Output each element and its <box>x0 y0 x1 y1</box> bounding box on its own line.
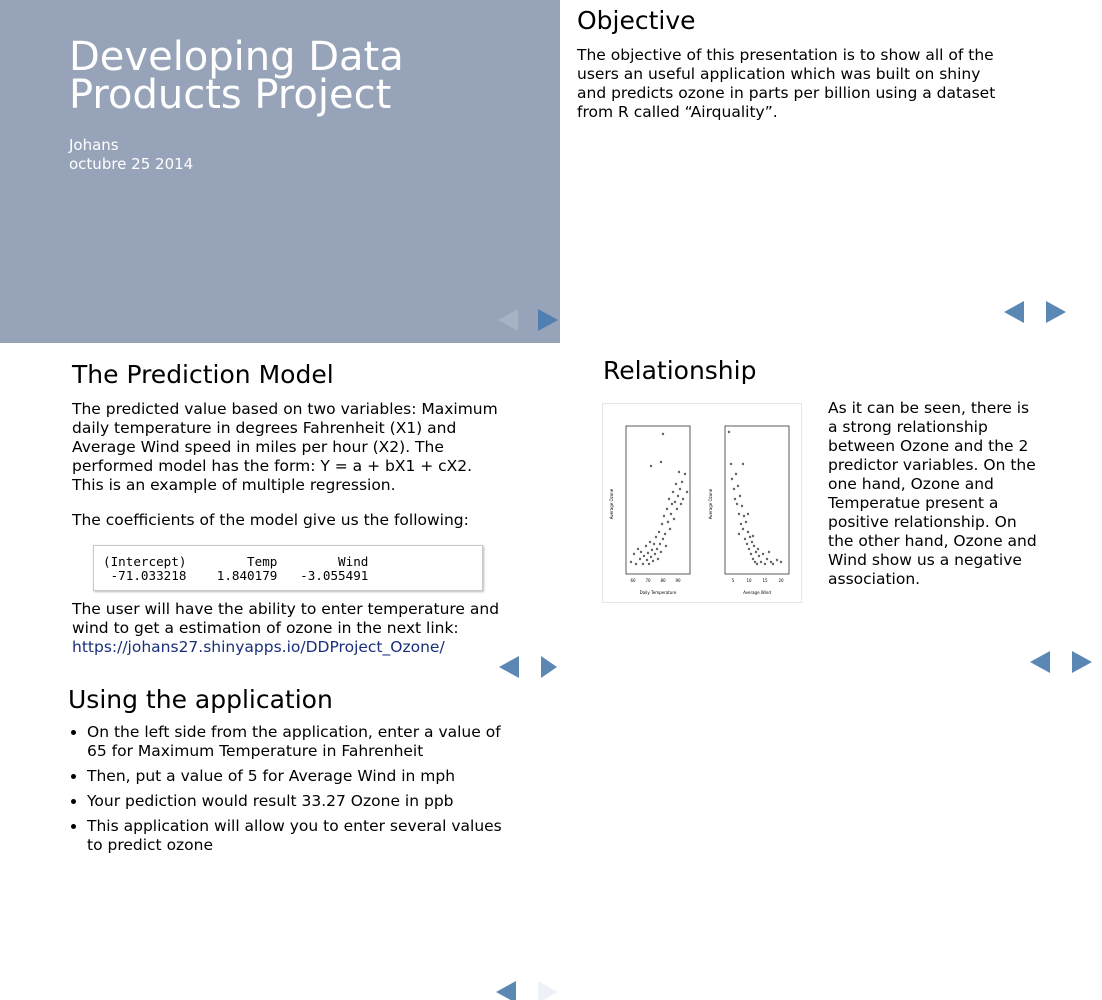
author-block: Johans octubre 25 2014 <box>69 136 193 174</box>
list-item: This application will allow you to enter… <box>87 817 517 855</box>
temperature-scatter-points <box>629 432 689 566</box>
code-values: -71.033218 1.840179 -3.055491 <box>103 568 369 583</box>
title-line-2: Products Project <box>69 72 392 118</box>
link-intro-text: The user will have the ability to enter … <box>72 600 500 637</box>
next-slide-arrow-icon[interactable] <box>1070 649 1096 675</box>
y-axis-label: Average Ozone <box>708 488 713 519</box>
relationship-slide: Relationship Average Ozone 60 70 80 90 D… <box>560 343 1102 683</box>
prev-slide-arrow-icon[interactable] <box>496 307 522 333</box>
usage-slide: Using the application On the left side f… <box>0 683 560 1000</box>
objective-slide: Objective The objective of this presenta… <box>560 0 1102 343</box>
prev-slide-arrow-icon[interactable] <box>494 979 520 1000</box>
list-item: On the left side from the application, e… <box>87 723 517 761</box>
model-description: The predicted value based on two variabl… <box>72 400 498 494</box>
scatter-plots-svg: Average Ozone 60 70 80 90 Daily Temperat… <box>609 425 790 595</box>
slide-heading: Objective <box>577 6 696 35</box>
x-tick-label: 5 <box>732 578 735 583</box>
next-slide-arrow-icon[interactable] <box>536 979 560 1000</box>
code-header: (Intercept) Temp Wind <box>103 554 369 569</box>
x-axis-label: Average Wind <box>743 590 771 595</box>
next-slide-arrow-icon[interactable] <box>536 307 560 333</box>
x-tick-label: 90 <box>675 578 681 583</box>
slide-heading: Using the application <box>68 685 333 714</box>
author-name: Johans <box>69 136 119 154</box>
x-tick-label: 80 <box>660 578 666 583</box>
x-tick-label: 70 <box>645 578 651 583</box>
title-slide: Developing Data Products Project Johans … <box>0 0 560 343</box>
slide-heading: The Prediction Model <box>72 360 334 389</box>
objective-text: The objective of this presentation is to… <box>577 46 996 121</box>
scatter-plot-image: Average Ozone 60 70 80 90 Daily Temperat… <box>602 403 802 603</box>
slide-heading: Relationship <box>603 356 757 385</box>
x-tick-label: 15 <box>762 578 768 583</box>
coefficients-intro: The coefficients of the model give us th… <box>72 511 469 529</box>
x-tick-label: 10 <box>746 578 752 583</box>
relationship-text: As it can be seen, there is a strong rel… <box>828 399 1037 588</box>
prediction-model-slide: The Prediction Model The predicted value… <box>0 343 560 683</box>
prev-slide-arrow-icon[interactable] <box>1028 649 1054 675</box>
usage-steps-list: On the left side from the application, e… <box>68 723 517 861</box>
y-axis-label: Average Ozone <box>609 488 614 519</box>
coefficients-code-block: (Intercept) Temp Wind -71.033218 1.84017… <box>93 545 483 591</box>
prev-slide-arrow-icon[interactable] <box>1002 299 1028 325</box>
title-line-1: Developing Data <box>69 34 404 80</box>
x-tick-label: 20 <box>778 578 784 583</box>
presentation-date: octubre 25 2014 <box>69 155 194 173</box>
wind-scatter-points <box>727 430 783 566</box>
x-axis-label: Daily Temperature <box>640 590 677 595</box>
link-intro: The user will have the ability to enter … <box>72 600 504 657</box>
list-item: Your pediction would result 33.27 Ozone … <box>87 792 517 811</box>
presentation-title: Developing Data Products Project <box>69 34 539 118</box>
list-item: Then, put a value of 5 for Average Wind … <box>87 767 517 786</box>
shinyapp-link[interactable]: https://johans27.shinyapps.io/DDProject_… <box>72 638 445 656</box>
next-slide-arrow-icon[interactable] <box>1044 299 1070 325</box>
x-tick-label: 60 <box>630 578 636 583</box>
prev-slide-arrow-icon[interactable] <box>497 654 523 680</box>
next-slide-arrow-icon[interactable] <box>539 654 560 680</box>
